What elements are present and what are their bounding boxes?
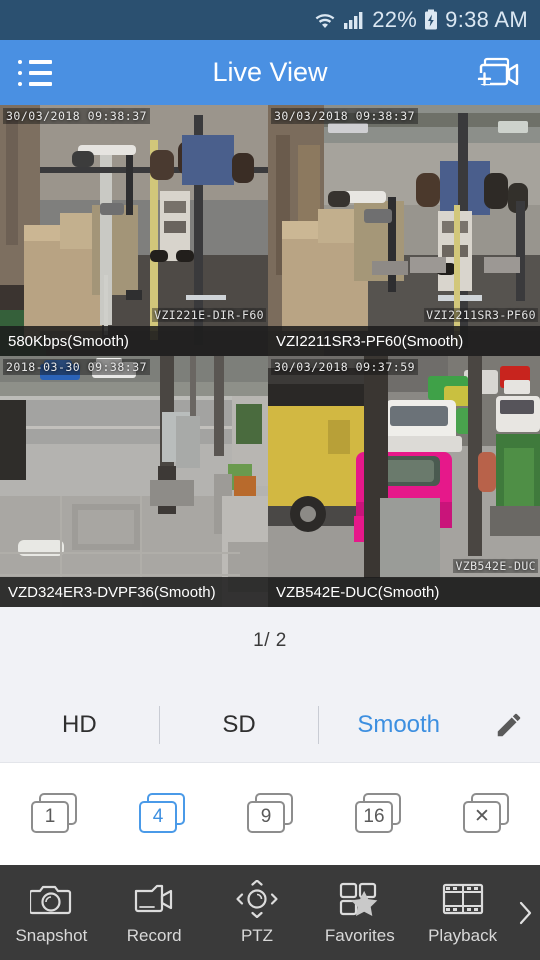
- tile-camera-id: VZI221E-DIR-F60: [152, 308, 266, 322]
- video-tile[interactable]: 30/03/2018 09:38:37 VZI221E-DIR-F60 580K…: [0, 105, 268, 356]
- quality-option-hd[interactable]: HD: [0, 711, 159, 739]
- app-header: [0, 40, 540, 105]
- wifi-icon: [314, 10, 336, 30]
- tile-camera-id: VZB542E-DUC: [453, 559, 538, 573]
- layout-option-4[interactable]: 4: [108, 792, 216, 833]
- tile-timestamp: 30/03/2018 09:38:37: [271, 108, 419, 124]
- layout-selector: 1 4 9 16 ✕: [0, 762, 540, 862]
- quality-section: 1/ 2 HD SD Smooth: [0, 607, 540, 762]
- layout-label: 9: [247, 800, 285, 833]
- layout-option-1[interactable]: 1: [0, 792, 108, 833]
- toolbar-item-ptz[interactable]: PTZ: [206, 879, 309, 946]
- add-camera-icon[interactable]: [476, 55, 522, 91]
- pencil-edit-icon[interactable]: [478, 710, 540, 740]
- video-tile[interactable]: 30/03/2018 09:37:59 VZB542E-DUC VZB542E-…: [268, 356, 540, 607]
- status-bar: 22% 9:38 AM: [0, 0, 540, 40]
- clock-time: 9:38 AM: [445, 7, 528, 32]
- toolbar-item-playback[interactable]: Playback: [411, 879, 514, 946]
- toolbar-item-record[interactable]: Record: [103, 879, 206, 946]
- camera-icon: [30, 879, 72, 919]
- tile-camera-id: VZI2211SR3-PF60: [424, 308, 538, 322]
- signal-bars-icon: [343, 10, 365, 30]
- toolbar-item-favorites[interactable]: Favorites: [308, 879, 411, 946]
- toolbar-label: Playback: [428, 926, 498, 945]
- layout-label: 1: [31, 800, 69, 833]
- close-all-layout-button[interactable]: ✕: [432, 792, 540, 833]
- close-icon: ✕: [463, 800, 501, 833]
- layout-option-16[interactable]: 16: [324, 792, 432, 833]
- video-camera-icon: [133, 879, 175, 919]
- tile-label: 580Kbps(Smooth): [0, 326, 268, 356]
- layout-option-9[interactable]: 9: [216, 792, 324, 833]
- tile-timestamp: 30/03/2018 09:37:59: [271, 359, 419, 375]
- layout-label: 4: [139, 800, 177, 833]
- battery-charging-icon: [424, 9, 438, 31]
- tile-label: VZB542E-DUC(Smooth): [268, 577, 540, 607]
- battery-percent: 22%: [372, 7, 418, 32]
- list-menu-icon[interactable]: [18, 59, 52, 86]
- toolbar-item-snapshot[interactable]: Snapshot: [0, 879, 103, 946]
- toolbar-label: PTZ: [240, 926, 274, 945]
- layout-label: 16: [355, 800, 393, 833]
- page-indicator: 1/ 2: [253, 630, 287, 651]
- video-tile[interactable]: 30/03/2018 09:38:37 VZI2211SR3-PF60 VZI2…: [268, 105, 540, 356]
- ptz-directional-icon: [235, 879, 279, 919]
- toolbar-label: Favorites: [324, 926, 395, 945]
- tile-label: VZD324ER3-DVPF36(Smooth): [0, 577, 268, 607]
- quality-option-smooth[interactable]: Smooth: [319, 711, 478, 739]
- video-tile[interactable]: 2018-03-30 09:38:37 VZD324ER3-DVPF36(Smo…: [0, 356, 268, 607]
- video-grid: 30/03/2018 09:38:37 VZI221E-DIR-F60 580K…: [0, 105, 540, 607]
- toolbar-label: Record: [126, 926, 182, 945]
- chevron-right-icon[interactable]: [514, 900, 540, 926]
- tile-timestamp: 2018-03-30 09:38:37: [3, 359, 151, 375]
- toolbar-label: Snapshot: [15, 926, 88, 945]
- tile-label: VZI2211SR3-PF60(Smooth): [268, 326, 540, 356]
- favorites-star-icon: [339, 879, 381, 919]
- live-view-screen: 22% 9:38 AM Live View 30/03/2018 09:38:3…: [0, 0, 540, 960]
- quality-selector: HD SD Smooth: [0, 706, 540, 744]
- quality-option-sd[interactable]: SD: [160, 711, 319, 739]
- film-strip-icon: [442, 879, 484, 919]
- tile-timestamp: 30/03/2018 09:38:37: [3, 108, 151, 124]
- bottom-toolbar: Snapshot Record PTZ Favorites Playback: [0, 865, 540, 960]
